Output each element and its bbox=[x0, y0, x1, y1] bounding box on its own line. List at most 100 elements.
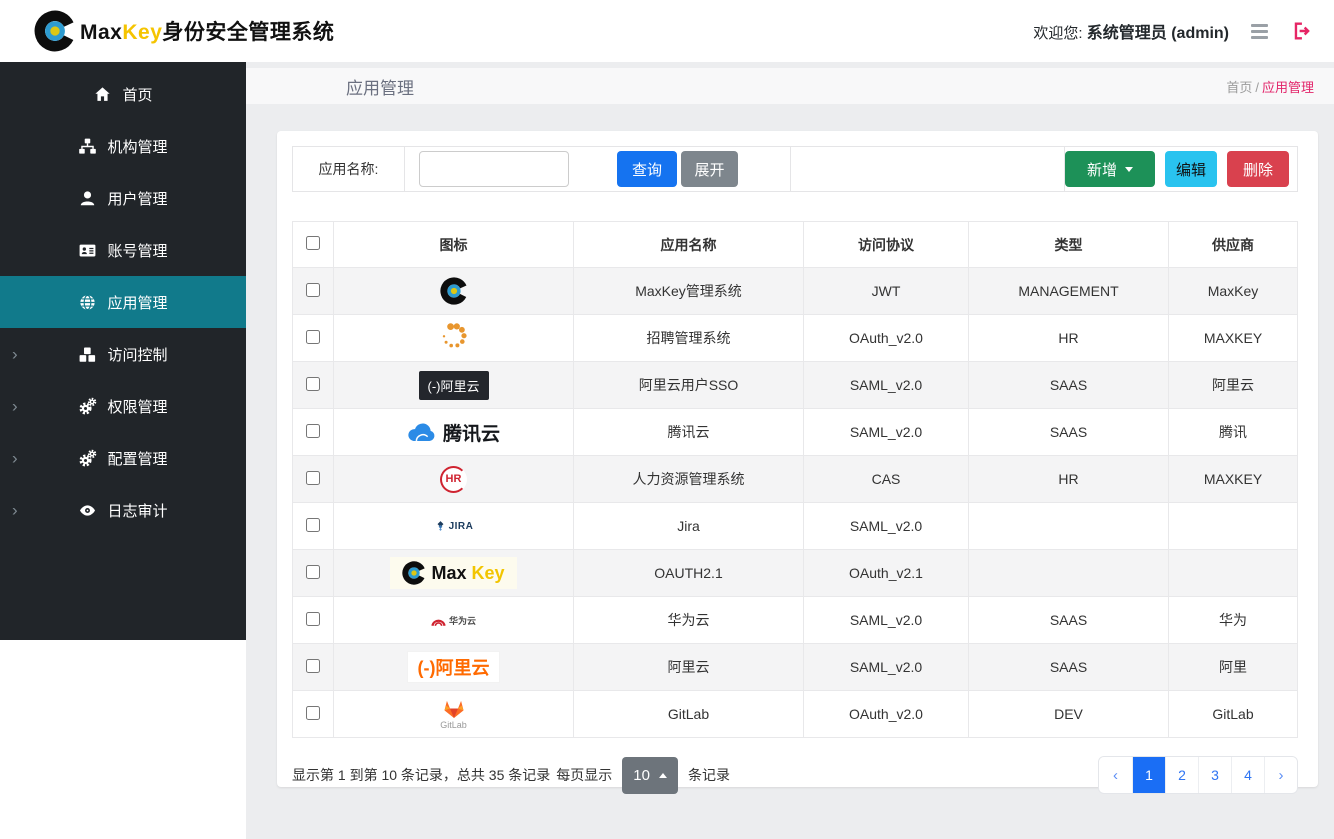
cell-icon: 腾讯云 bbox=[334, 409, 574, 456]
cell-app-name: GitLab bbox=[574, 691, 804, 738]
cell-vendor: 阿里 bbox=[1169, 644, 1298, 691]
cell-protocol: JWT bbox=[804, 268, 969, 315]
table-row[interactable]: MaxKey管理系统JWTMANAGEMENTMaxKey bbox=[293, 268, 1298, 315]
table-row[interactable]: JIRAJiraSAML_v2.0 bbox=[293, 503, 1298, 550]
sidebar-item-permission-mgmt[interactable]: › 权限管理 bbox=[0, 380, 246, 432]
row-checkbox[interactable] bbox=[306, 612, 320, 626]
pager-prev-button[interactable]: ‹ bbox=[1099, 757, 1132, 793]
cell-app-name: MaxKey管理系统 bbox=[574, 268, 804, 315]
row-checkbox[interactable] bbox=[306, 424, 320, 438]
delete-button[interactable]: 删除 bbox=[1227, 151, 1289, 187]
cell-vendor: 腾讯 bbox=[1169, 409, 1298, 456]
home-icon bbox=[93, 85, 112, 104]
sidebar-item-label: 首页 bbox=[122, 84, 152, 105]
row-checkbox[interactable] bbox=[306, 706, 320, 720]
row-checkbox[interactable] bbox=[306, 283, 320, 297]
select-all-checkbox[interactable] bbox=[306, 236, 320, 250]
cell-app-name: 人力资源管理系统 bbox=[574, 456, 804, 503]
cell-vendor: MAXKEY bbox=[1169, 456, 1298, 503]
table-row[interactable]: 招聘管理系统OAuth_v2.0HRMAXKEY bbox=[293, 315, 1298, 362]
cell-vendor: GitLab bbox=[1169, 691, 1298, 738]
pager-page-button[interactable]: 3 bbox=[1198, 757, 1231, 793]
sidebar-item-access-control[interactable]: ›访问控制 bbox=[0, 328, 246, 380]
pager-page-button[interactable]: 1 bbox=[1132, 757, 1165, 793]
pager-page-button[interactable]: 4 bbox=[1231, 757, 1264, 793]
id-card-icon bbox=[78, 241, 97, 260]
table-row[interactable]: (-)阿里云阿里云用户SSOSAML_v2.0SAAS阿里云 bbox=[293, 362, 1298, 409]
cell-app-name: 招聘管理系统 bbox=[574, 315, 804, 362]
expand-button[interactable]: 展开 bbox=[681, 151, 738, 187]
cogs-icon bbox=[78, 449, 97, 468]
sidebar-item-label: 配置管理 bbox=[107, 448, 167, 469]
sidebar-item-app-mgmt[interactable]: 应用管理 bbox=[0, 276, 246, 328]
sidebar-nav: 首页机构管理用户管理账号管理应用管理›访问控制 › 权限管理 › 配置管理 ›日志审计 bbox=[0, 62, 246, 640]
sidebar-item-label: 用户管理 bbox=[107, 188, 167, 209]
table-row[interactable]: 腾讯云腾讯云SAML_v2.0SAAS腾讯 bbox=[293, 409, 1298, 456]
breadcrumb-home-link[interactable]: 首页 bbox=[1226, 80, 1252, 95]
menu-toggle-icon[interactable] bbox=[1251, 24, 1268, 39]
cell-protocol: OAuth_v2.0 bbox=[804, 315, 969, 362]
gitlab-logo: GitLab bbox=[440, 698, 467, 730]
app-name-search-input[interactable] bbox=[419, 151, 569, 187]
pager-next-button[interactable]: › bbox=[1264, 757, 1297, 793]
sidebar-item-config-mgmt[interactable]: › 配置管理 bbox=[0, 432, 246, 484]
cell-icon bbox=[334, 268, 574, 315]
pagination-info: 显示第 1 到第 10 条记录，总共 35 条记录 每页显示 10 条记录 bbox=[292, 757, 730, 794]
app-table: 图标 应用名称 访问协议 类型 供应商 MaxKey管理系统JWTMANAGEM… bbox=[292, 221, 1298, 738]
content-area: 应用管理 首页/应用管理 应用名称: 查询 展开 新增 编辑 bbox=[246, 62, 1334, 839]
table-row[interactable]: GitLabGitLabOAuth_v2.0DEVGitLab bbox=[293, 691, 1298, 738]
cell-icon: (-)阿里云 bbox=[334, 644, 574, 691]
edit-button[interactable]: 编辑 bbox=[1165, 151, 1217, 187]
row-checkbox[interactable] bbox=[306, 565, 320, 579]
brand-title: MaxKey身份安全管理系统 bbox=[80, 16, 334, 46]
cell-protocol: SAML_v2.0 bbox=[804, 362, 969, 409]
dots-spinner-icon bbox=[440, 323, 468, 354]
col-header-vendor: 供应商 bbox=[1169, 222, 1298, 268]
query-button[interactable]: 查询 bbox=[617, 151, 677, 187]
cell-protocol: SAML_v2.0 bbox=[804, 409, 969, 456]
table-row[interactable]: MaxKeyOAUTH2.1OAuth_v2.1 bbox=[293, 550, 1298, 597]
huawei-cloud-logo: 华为云 bbox=[431, 614, 476, 627]
table-row[interactable]: 华为云华为云SAML_v2.0SAAS华为 bbox=[293, 597, 1298, 644]
row-checkbox[interactable] bbox=[306, 471, 320, 485]
row-select-cell bbox=[293, 456, 334, 503]
cell-icon: (-)阿里云 bbox=[334, 362, 574, 409]
page-size-select[interactable]: 10 bbox=[622, 757, 678, 794]
sidebar-item-org-mgmt[interactable]: 机构管理 bbox=[0, 120, 246, 172]
sidebar-item-label: 权限管理 bbox=[107, 396, 167, 417]
row-checkbox[interactable] bbox=[306, 518, 320, 532]
cell-app-name: 华为云 bbox=[574, 597, 804, 644]
chevron-right-icon: › bbox=[12, 450, 18, 467]
cell-app-name: 阿里云 bbox=[574, 644, 804, 691]
sidebar-item-home[interactable]: 首页 bbox=[0, 68, 246, 120]
cell-vendor: 华为 bbox=[1169, 597, 1298, 644]
breadcrumb-current: 应用管理 bbox=[1262, 80, 1314, 95]
cell-protocol: SAML_v2.0 bbox=[804, 644, 969, 691]
sidebar-item-account-mgmt[interactable]: 账号管理 bbox=[0, 224, 246, 276]
row-select-cell bbox=[293, 409, 334, 456]
row-select-cell bbox=[293, 503, 334, 550]
search-field-label: 应用名称: bbox=[293, 147, 405, 191]
row-checkbox[interactable] bbox=[306, 659, 320, 673]
maxkey-app-icon bbox=[440, 277, 468, 305]
add-button[interactable]: 新增 bbox=[1065, 151, 1155, 187]
cell-type: SAAS bbox=[969, 409, 1169, 456]
page-header: 应用管理 首页/应用管理 bbox=[246, 68, 1334, 104]
tencent-cloud-logo: 腾讯云 bbox=[407, 419, 500, 446]
logout-icon[interactable] bbox=[1290, 20, 1312, 42]
chevron-right-icon: › bbox=[12, 398, 18, 415]
welcome-text: 欢迎您: 系统管理员 (admin) bbox=[1033, 19, 1229, 43]
table-row[interactable]: HR人力资源管理系统CASHRMAXKEY bbox=[293, 456, 1298, 503]
table-row[interactable]: (-)阿里云阿里云SAML_v2.0SAAS阿里 bbox=[293, 644, 1298, 691]
sidebar-item-log-audit[interactable]: ›日志审计 bbox=[0, 484, 246, 536]
cell-icon: HR bbox=[334, 456, 574, 503]
sidebar-item-label: 访问控制 bbox=[107, 344, 167, 365]
cell-protocol: SAML_v2.0 bbox=[804, 597, 969, 644]
col-header-icon: 图标 bbox=[334, 222, 574, 268]
sidebar-item-user-mgmt[interactable]: 用户管理 bbox=[0, 172, 246, 224]
row-checkbox[interactable] bbox=[306, 330, 320, 344]
pager-page-button[interactable]: 2 bbox=[1165, 757, 1198, 793]
table-header-row: 图标 应用名称 访问协议 类型 供应商 bbox=[293, 222, 1298, 268]
row-checkbox[interactable] bbox=[306, 377, 320, 391]
caret-down-icon bbox=[1125, 167, 1133, 172]
